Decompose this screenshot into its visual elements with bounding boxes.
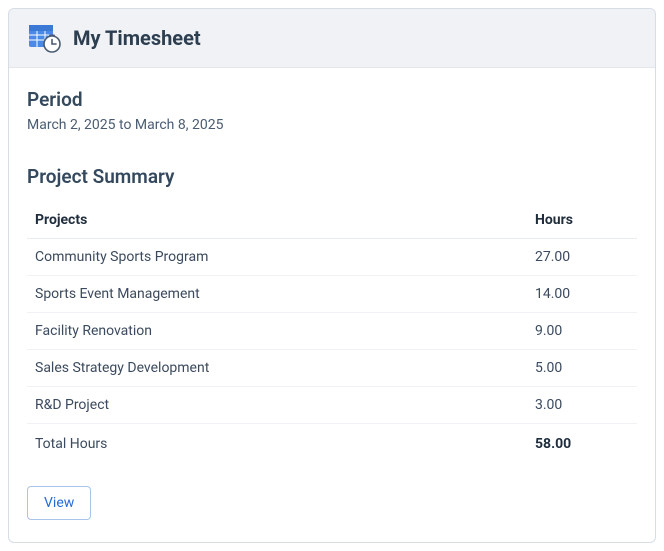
project-summary-table: Projects Hours Community Sports Program …	[27, 202, 637, 462]
project-hours: 3.00	[527, 387, 637, 424]
table-row: Sales Strategy Development 5.00	[27, 350, 637, 387]
project-name: Sales Strategy Development	[27, 350, 527, 387]
table-row: Community Sports Program 27.00	[27, 239, 637, 276]
total-label: Total Hours	[27, 424, 527, 463]
view-button[interactable]: View	[27, 486, 91, 520]
project-name: R&D Project	[27, 387, 527, 424]
project-hours: 27.00	[527, 239, 637, 276]
summary-heading: Project Summary	[27, 165, 637, 188]
timesheet-icon	[27, 23, 61, 53]
project-name: Facility Renovation	[27, 313, 527, 350]
table-row: Facility Renovation 9.00	[27, 313, 637, 350]
period-range: March 2, 2025 to March 8, 2025	[27, 117, 637, 133]
table-header-row: Projects Hours	[27, 202, 637, 239]
col-header-hours: Hours	[527, 202, 637, 239]
period-heading: Period	[27, 88, 637, 111]
table-row: Sports Event Management 14.00	[27, 276, 637, 313]
project-hours: 14.00	[527, 276, 637, 313]
card-body: Period March 2, 2025 to March 8, 2025 Pr…	[9, 68, 655, 542]
timesheet-card: My Timesheet Period March 2, 2025 to Mar…	[8, 8, 656, 543]
project-name: Sports Event Management	[27, 276, 527, 313]
project-hours: 9.00	[527, 313, 637, 350]
total-row: Total Hours 58.00	[27, 424, 637, 463]
total-hours: 58.00	[527, 424, 637, 463]
project-name: Community Sports Program	[27, 239, 527, 276]
project-hours: 5.00	[527, 350, 637, 387]
page-title: My Timesheet	[73, 26, 201, 50]
table-row: R&D Project 3.00	[27, 387, 637, 424]
col-header-projects: Projects	[27, 202, 527, 239]
card-header: My Timesheet	[9, 9, 655, 68]
